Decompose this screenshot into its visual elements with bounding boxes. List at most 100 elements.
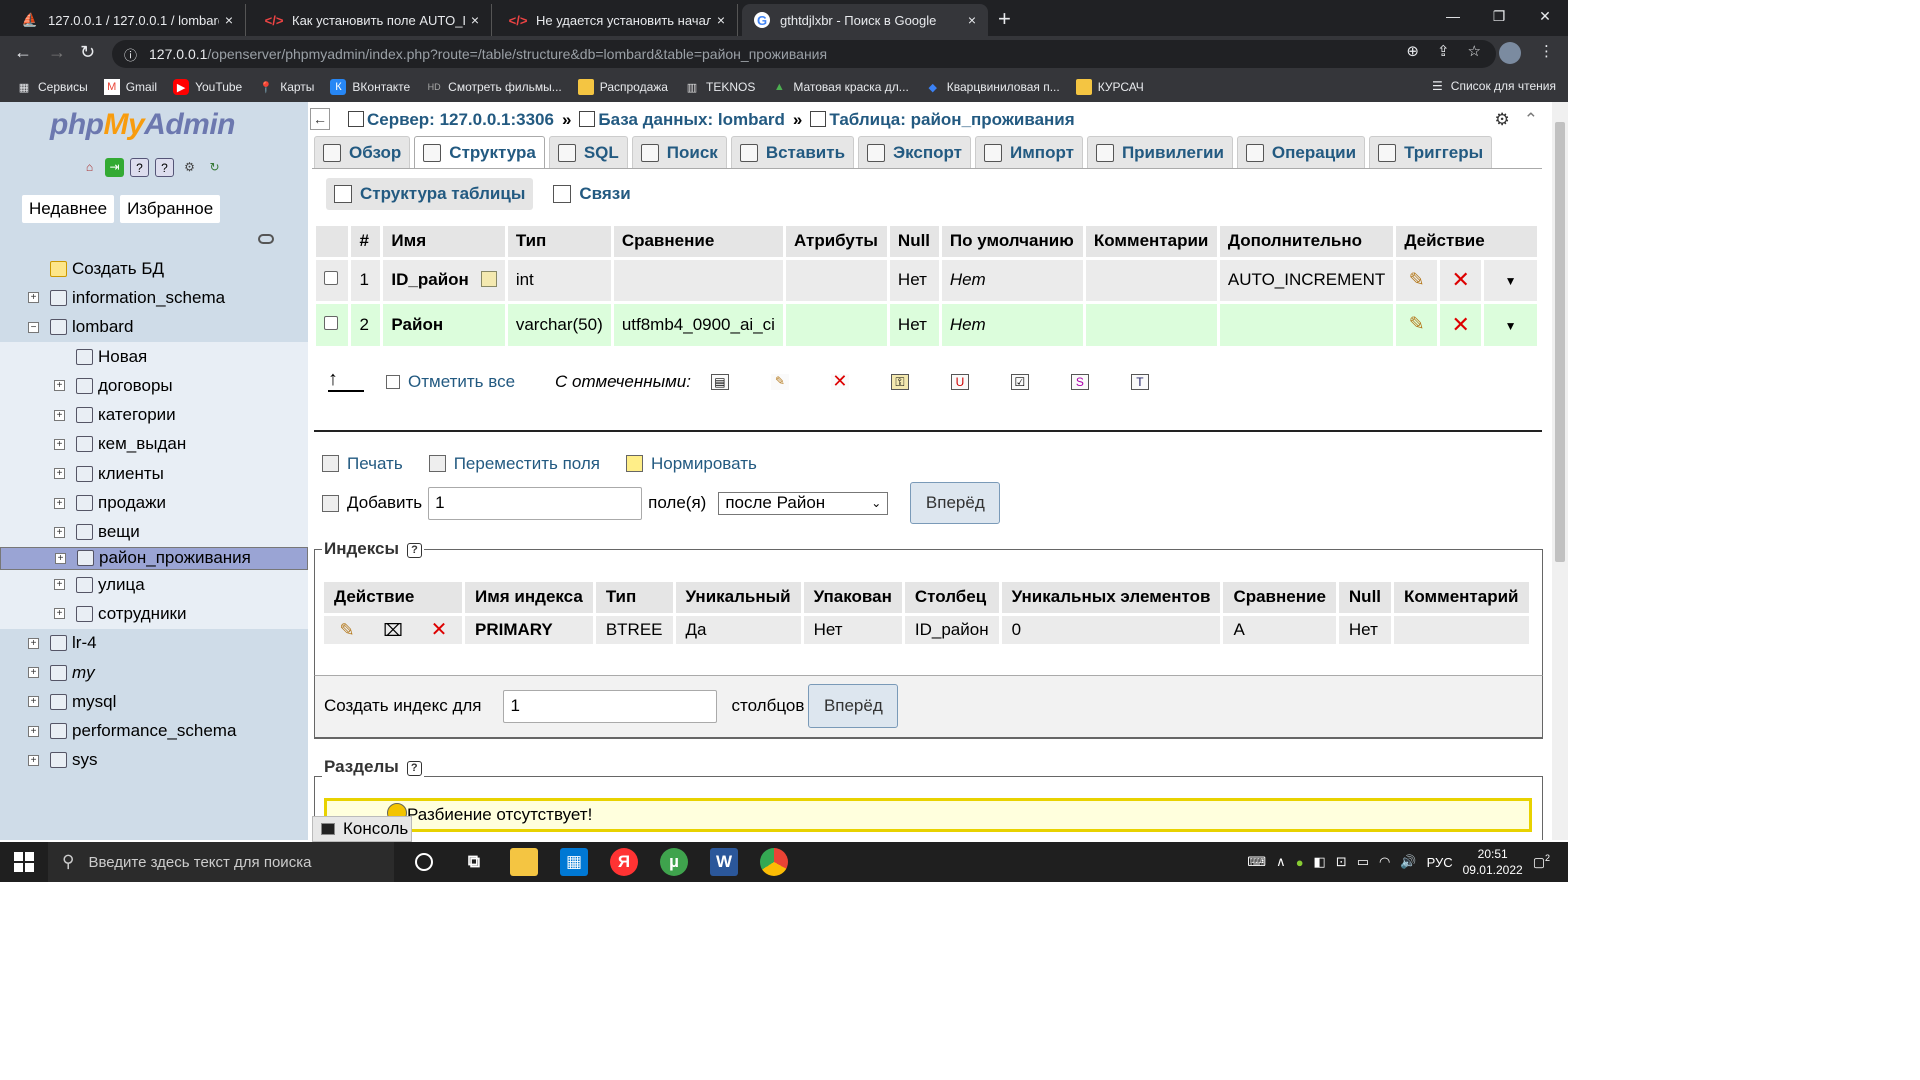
browser-tab[interactable]: </> Как установить поле AUTO_INCR × [254, 4, 492, 36]
main-tab[interactable]: Вставить [730, 136, 855, 168]
language-indicator[interactable]: РУС [1427, 855, 1453, 870]
main-tab[interactable]: Привилегии [1086, 136, 1233, 168]
close-window-icon[interactable]: ✕ [1522, 0, 1568, 32]
expand-icon[interactable]: + [54, 468, 65, 480]
favorites-button[interactable]: Избранное [120, 195, 221, 223]
home-icon[interactable]: ⌂ [80, 158, 99, 177]
edit-icon[interactable]: ✎ [324, 620, 370, 641]
row-checkbox[interactable] [324, 315, 338, 330]
tree-item[interactable]: + my [0, 658, 308, 687]
cortana-icon[interactable] [415, 853, 433, 871]
expand-icon[interactable]: + [28, 292, 39, 304]
explorer-icon[interactable] [510, 848, 538, 876]
forward-icon[interactable]: → [48, 42, 66, 63]
expand-icon[interactable]: + [54, 409, 65, 421]
scroll-top-icon[interactable]: ⌃ [1524, 110, 1538, 130]
tree-item[interactable]: + район_проживания [0, 546, 308, 570]
tree-item[interactable]: + performance_schema [0, 716, 308, 745]
recent-button[interactable]: Недавнее [22, 195, 115, 223]
expand-icon[interactable]: + [28, 754, 39, 766]
column-header[interactable]: Имя [381, 226, 508, 258]
bookmark[interactable]: 📍 Карты [258, 79, 314, 95]
store-icon[interactable]: ▦ [560, 848, 588, 876]
tree-item[interactable]: + клиенты [0, 459, 308, 489]
column-header[interactable]: # [349, 226, 384, 258]
expand-icon[interactable]: + [54, 608, 65, 620]
new-tab-button[interactable]: + [998, 6, 1011, 32]
breadcrumb-table[interactable]: Таблица: район_проживания [829, 110, 1074, 129]
tray-app-icon[interactable]: ◧ [1314, 854, 1326, 870]
delete-icon[interactable]: ✕ [1451, 312, 1469, 337]
main-tab[interactable]: Структура [414, 136, 545, 168]
pma-logo[interactable]: phpMyAdmin [50, 108, 235, 142]
menu-icon[interactable]: ⋮ [1539, 42, 1554, 64]
expand-icon[interactable]: + [54, 497, 65, 509]
tree-item[interactable]: + улица [0, 569, 308, 600]
chrome-icon[interactable] [760, 848, 788, 876]
index-columns-input[interactable]: 1 [503, 689, 718, 723]
link-with-main-icon[interactable] [258, 234, 274, 244]
column-header[interactable]: Дополнительно [1218, 226, 1397, 258]
bookmark[interactable]: ▲ Матовая краска дл... [771, 79, 909, 95]
check-all-link[interactable]: Отметить все [408, 372, 515, 392]
keyboard-icon[interactable]: ⌨ [1247, 854, 1266, 870]
bookmark[interactable]: К ВКонтакте [330, 79, 410, 95]
edit-icon[interactable]: ✎ [1409, 270, 1425, 291]
tree-item[interactable]: + lr-4 [0, 629, 308, 658]
column-header[interactable]: Тип [506, 226, 614, 258]
close-icon[interactable]: × [465, 12, 485, 28]
help-icon[interactable]: ? [407, 543, 422, 558]
docs-icon[interactable]: ? [155, 158, 174, 177]
expand-icon[interactable]: + [28, 725, 39, 737]
edit-icon[interactable]: ✎ [770, 374, 789, 390]
task-view-icon[interactable]: ⧉ [460, 848, 488, 876]
main-tab[interactable]: Поиск [631, 136, 727, 168]
tree-item[interactable]: − lombard [0, 313, 308, 342]
add-count-input[interactable]: 1 [428, 486, 643, 520]
column-header[interactable]: Атрибуты [784, 226, 890, 258]
avatar[interactable] [1499, 42, 1521, 64]
expand-icon[interactable]: + [55, 552, 66, 564]
main-tab[interactable]: SQL [548, 136, 628, 168]
tree-item[interactable]: Создать БД [0, 254, 308, 283]
close-icon[interactable]: × [711, 12, 731, 28]
tab-relations[interactable]: Связи [545, 178, 638, 210]
site-info-icon[interactable]: ⓘ [124, 45, 137, 64]
breadcrumb-database[interactable]: База данных: lombard [598, 110, 785, 129]
share-icon[interactable]: ⇪ [1437, 42, 1450, 64]
volume-icon[interactable]: 🔊 [1400, 854, 1416, 870]
close-icon[interactable]: × [962, 12, 982, 28]
tree-item[interactable]: + продажи [0, 488, 308, 518]
print-link[interactable]: Печать [322, 454, 403, 474]
browser-tab[interactable]: </> Не удается установить начальн × [498, 4, 738, 36]
sql-help-icon[interactable]: ? [130, 158, 149, 177]
tree-item[interactable]: + категории [0, 400, 308, 430]
wifi-icon[interactable]: ◠ [1379, 854, 1390, 870]
expand-icon[interactable]: + [28, 667, 39, 678]
word-icon[interactable]: W [710, 848, 738, 876]
dropdown-triangle-icon[interactable]: ▼ [1505, 274, 1517, 288]
tray-app-icon[interactable]: ⊡ [1336, 854, 1347, 870]
collapse-nav-icon[interactable]: ← [310, 108, 330, 130]
bookmark[interactable]: ▦ Сервисы [16, 79, 88, 95]
browser-tab[interactable]: ⛵ 127.0.0.1 / 127.0.0.1 / lombard / × [10, 4, 246, 36]
normalize-link[interactable]: Нормировать [626, 454, 757, 474]
battery-icon[interactable]: ▭ [1357, 854, 1369, 870]
reload-icon[interactable]: ↻ [80, 42, 95, 63]
main-tab[interactable]: Обзор [314, 136, 411, 168]
scrollbar-thumb[interactable] [1555, 122, 1565, 562]
reload-nav-icon[interactable]: ↻ [205, 158, 224, 177]
primary-key-icon[interactable]: ⚿ [890, 374, 909, 390]
tree-item[interactable]: + information_schema [0, 283, 308, 312]
after-column-select[interactable]: после Район ⌄ [718, 491, 889, 515]
browser-tab-active[interactable]: G gthtdjlxbr - Поиск в Google × [742, 4, 988, 36]
star-icon[interactable]: ☆ [1468, 42, 1481, 64]
tree-item[interactable]: + договоры [0, 371, 308, 401]
add-go-button[interactable]: Вперёд [910, 482, 1001, 524]
zoom-icon[interactable]: ⊕ [1406, 42, 1419, 64]
logout-icon[interactable]: ⇥ [105, 158, 124, 177]
browse-icon[interactable]: ▤ [710, 374, 729, 390]
move-columns-link[interactable]: Переместить поля [428, 454, 600, 474]
tab-table-structure[interactable]: Структура таблицы [326, 178, 534, 210]
edit-icon[interactable]: ✎ [1409, 314, 1425, 335]
